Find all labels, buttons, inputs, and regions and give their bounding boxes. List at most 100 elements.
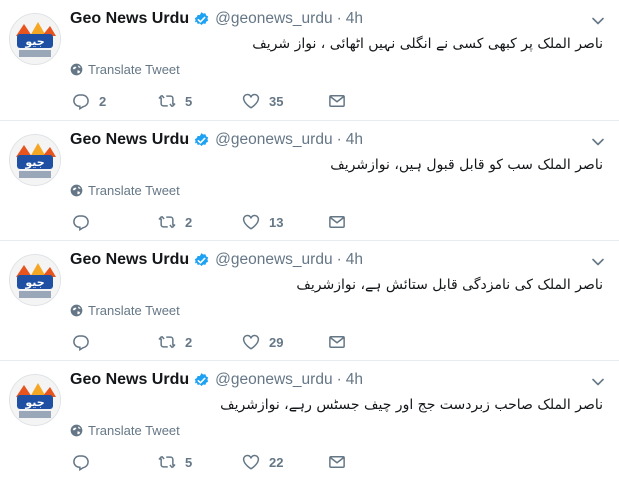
retweet-count: 5 — [185, 454, 193, 470]
like-count: 29 — [269, 334, 284, 350]
like-button[interactable]: 13 — [242, 211, 283, 233]
tweet-actions: 2 5 35 — [72, 90, 372, 112]
translate-label: Translate Tweet — [88, 422, 180, 438]
author-handle[interactable]: @geonews_urdu — [215, 249, 332, 271]
tweet-header: Geo News Urdu @geonews_urdu · 4h — [70, 129, 609, 151]
chevron-down-icon[interactable] — [591, 14, 605, 28]
translate-tweet-link[interactable]: Translate Tweet — [70, 301, 180, 319]
tweet-text: ناصر الملک سب کو قابل قبول ہیں، نوازشریف — [330, 157, 603, 173]
geo-news-logo-icon: جیو — [10, 375, 60, 425]
globe-icon — [70, 63, 83, 75]
tweet-timestamp[interactable]: 4h — [346, 129, 363, 151]
direct-message-button[interactable] — [328, 211, 355, 233]
tweet-header: Geo News Urdu @geonews_urdu · 4h — [70, 8, 609, 30]
tweet[interactable]: جیو Geo News Urdu @geonews_urdu · 4h ناص… — [0, 241, 619, 361]
tweet-header: Geo News Urdu @geonews_urdu · 4h — [70, 249, 609, 271]
like-button[interactable]: 29 — [242, 331, 283, 353]
tweet-feed: جیو Geo News Urdu @geonews_urdu · 4h ناص… — [0, 0, 619, 480]
retweet-count: 5 — [185, 93, 193, 109]
envelope-icon — [329, 95, 345, 107]
retweet-count: 2 — [185, 334, 193, 350]
chevron-down-icon[interactable] — [591, 255, 605, 269]
tweet-timestamp[interactable]: 4h — [346, 8, 363, 30]
tweet-actions: 5 22 — [72, 451, 372, 473]
author-name[interactable]: Geo News Urdu — [70, 249, 189, 271]
avatar[interactable]: جیو — [9, 374, 61, 426]
tweet-text: ناصر الملک کی نامزدگی قابل ستائش ہے، نوا… — [296, 277, 603, 293]
author-name[interactable]: Geo News Urdu — [70, 129, 189, 151]
retweet-button[interactable]: 5 — [158, 451, 192, 473]
translate-tweet-link[interactable]: Translate Tweet — [70, 181, 180, 199]
tweet-text: ناصر الملک پر کبھی کسی نے انگلی نہیں اٹھ… — [252, 36, 603, 52]
tweet-timestamp[interactable]: 4h — [346, 249, 363, 271]
author-name[interactable]: Geo News Urdu — [70, 8, 189, 30]
geo-news-logo-icon: جیو — [10, 255, 60, 305]
like-button[interactable]: 22 — [242, 451, 283, 473]
reply-icon — [73, 455, 89, 471]
avatar[interactable]: جیو — [9, 13, 61, 65]
reply-count: 2 — [99, 93, 107, 109]
verified-badge-icon — [193, 252, 210, 269]
tweet[interactable]: جیو Geo News Urdu @geonews_urdu · 4h ناص… — [0, 361, 619, 480]
retweet-icon — [158, 335, 176, 349]
geo-news-logo-icon: جیو — [10, 14, 60, 64]
like-count: 22 — [269, 454, 284, 470]
geo-news-logo-icon: جیو — [10, 135, 60, 185]
direct-message-button[interactable] — [328, 331, 355, 353]
globe-icon — [70, 304, 83, 316]
avatar[interactable]: جیو — [9, 134, 61, 186]
tweet[interactable]: جیو Geo News Urdu @geonews_urdu · 4h ناص… — [0, 121, 619, 241]
verified-badge-icon — [193, 372, 210, 389]
translate-label: Translate Tweet — [88, 182, 180, 198]
envelope-icon — [329, 336, 345, 348]
retweet-button[interactable]: 2 — [158, 211, 192, 233]
translate-label: Translate Tweet — [88, 302, 180, 318]
reply-button[interactable] — [72, 451, 99, 473]
reply-icon — [73, 215, 89, 231]
like-count: 35 — [269, 93, 284, 109]
tweet-actions: 2 13 — [72, 211, 372, 233]
reply-button[interactable] — [72, 331, 99, 353]
like-button[interactable]: 35 — [242, 90, 283, 112]
separator-dot: · — [336, 251, 342, 268]
retweet-icon — [158, 215, 176, 229]
heart-icon — [242, 454, 260, 470]
author-name[interactable]: Geo News Urdu — [70, 369, 189, 391]
reply-button[interactable]: 2 — [72, 90, 106, 112]
direct-message-button[interactable] — [328, 90, 355, 112]
separator-dot: · — [336, 371, 342, 388]
svg-text:جیو: جیو — [24, 35, 44, 48]
avatar[interactable]: جیو — [9, 254, 61, 306]
separator-dot: · — [336, 10, 342, 27]
verified-badge-icon — [193, 11, 210, 28]
chevron-down-icon[interactable] — [591, 375, 605, 389]
globe-icon — [70, 184, 83, 196]
direct-message-button[interactable] — [328, 451, 355, 473]
svg-text:جیو: جیو — [24, 156, 44, 169]
svg-text:جیو: جیو — [24, 396, 44, 409]
heart-icon — [242, 334, 260, 350]
retweet-icon — [158, 94, 176, 108]
author-handle[interactable]: @geonews_urdu — [215, 129, 332, 151]
translate-label: Translate Tweet — [88, 61, 180, 77]
heart-icon — [242, 214, 260, 230]
envelope-icon — [329, 456, 345, 468]
like-count: 13 — [269, 214, 284, 230]
heart-icon — [242, 93, 260, 109]
tweet-timestamp[interactable]: 4h — [346, 369, 363, 391]
verified-badge-icon — [193, 132, 210, 149]
reply-button[interactable] — [72, 211, 99, 233]
reply-icon — [73, 94, 89, 110]
tweet[interactable]: جیو Geo News Urdu @geonews_urdu · 4h ناص… — [0, 0, 619, 121]
chevron-down-icon[interactable] — [591, 135, 605, 149]
author-handle[interactable]: @geonews_urdu — [215, 369, 332, 391]
retweet-button[interactable]: 2 — [158, 331, 192, 353]
tweet-header: Geo News Urdu @geonews_urdu · 4h — [70, 369, 609, 391]
translate-tweet-link[interactable]: Translate Tweet — [70, 60, 180, 78]
retweet-button[interactable]: 5 — [158, 90, 192, 112]
tweet-text: ناصر الملک صاحب زبردست جج اور چیف جسٹس ر… — [220, 397, 603, 413]
author-handle[interactable]: @geonews_urdu — [215, 8, 332, 30]
translate-tweet-link[interactable]: Translate Tweet — [70, 421, 180, 439]
separator-dot: · — [336, 131, 342, 148]
retweet-icon — [158, 455, 176, 469]
